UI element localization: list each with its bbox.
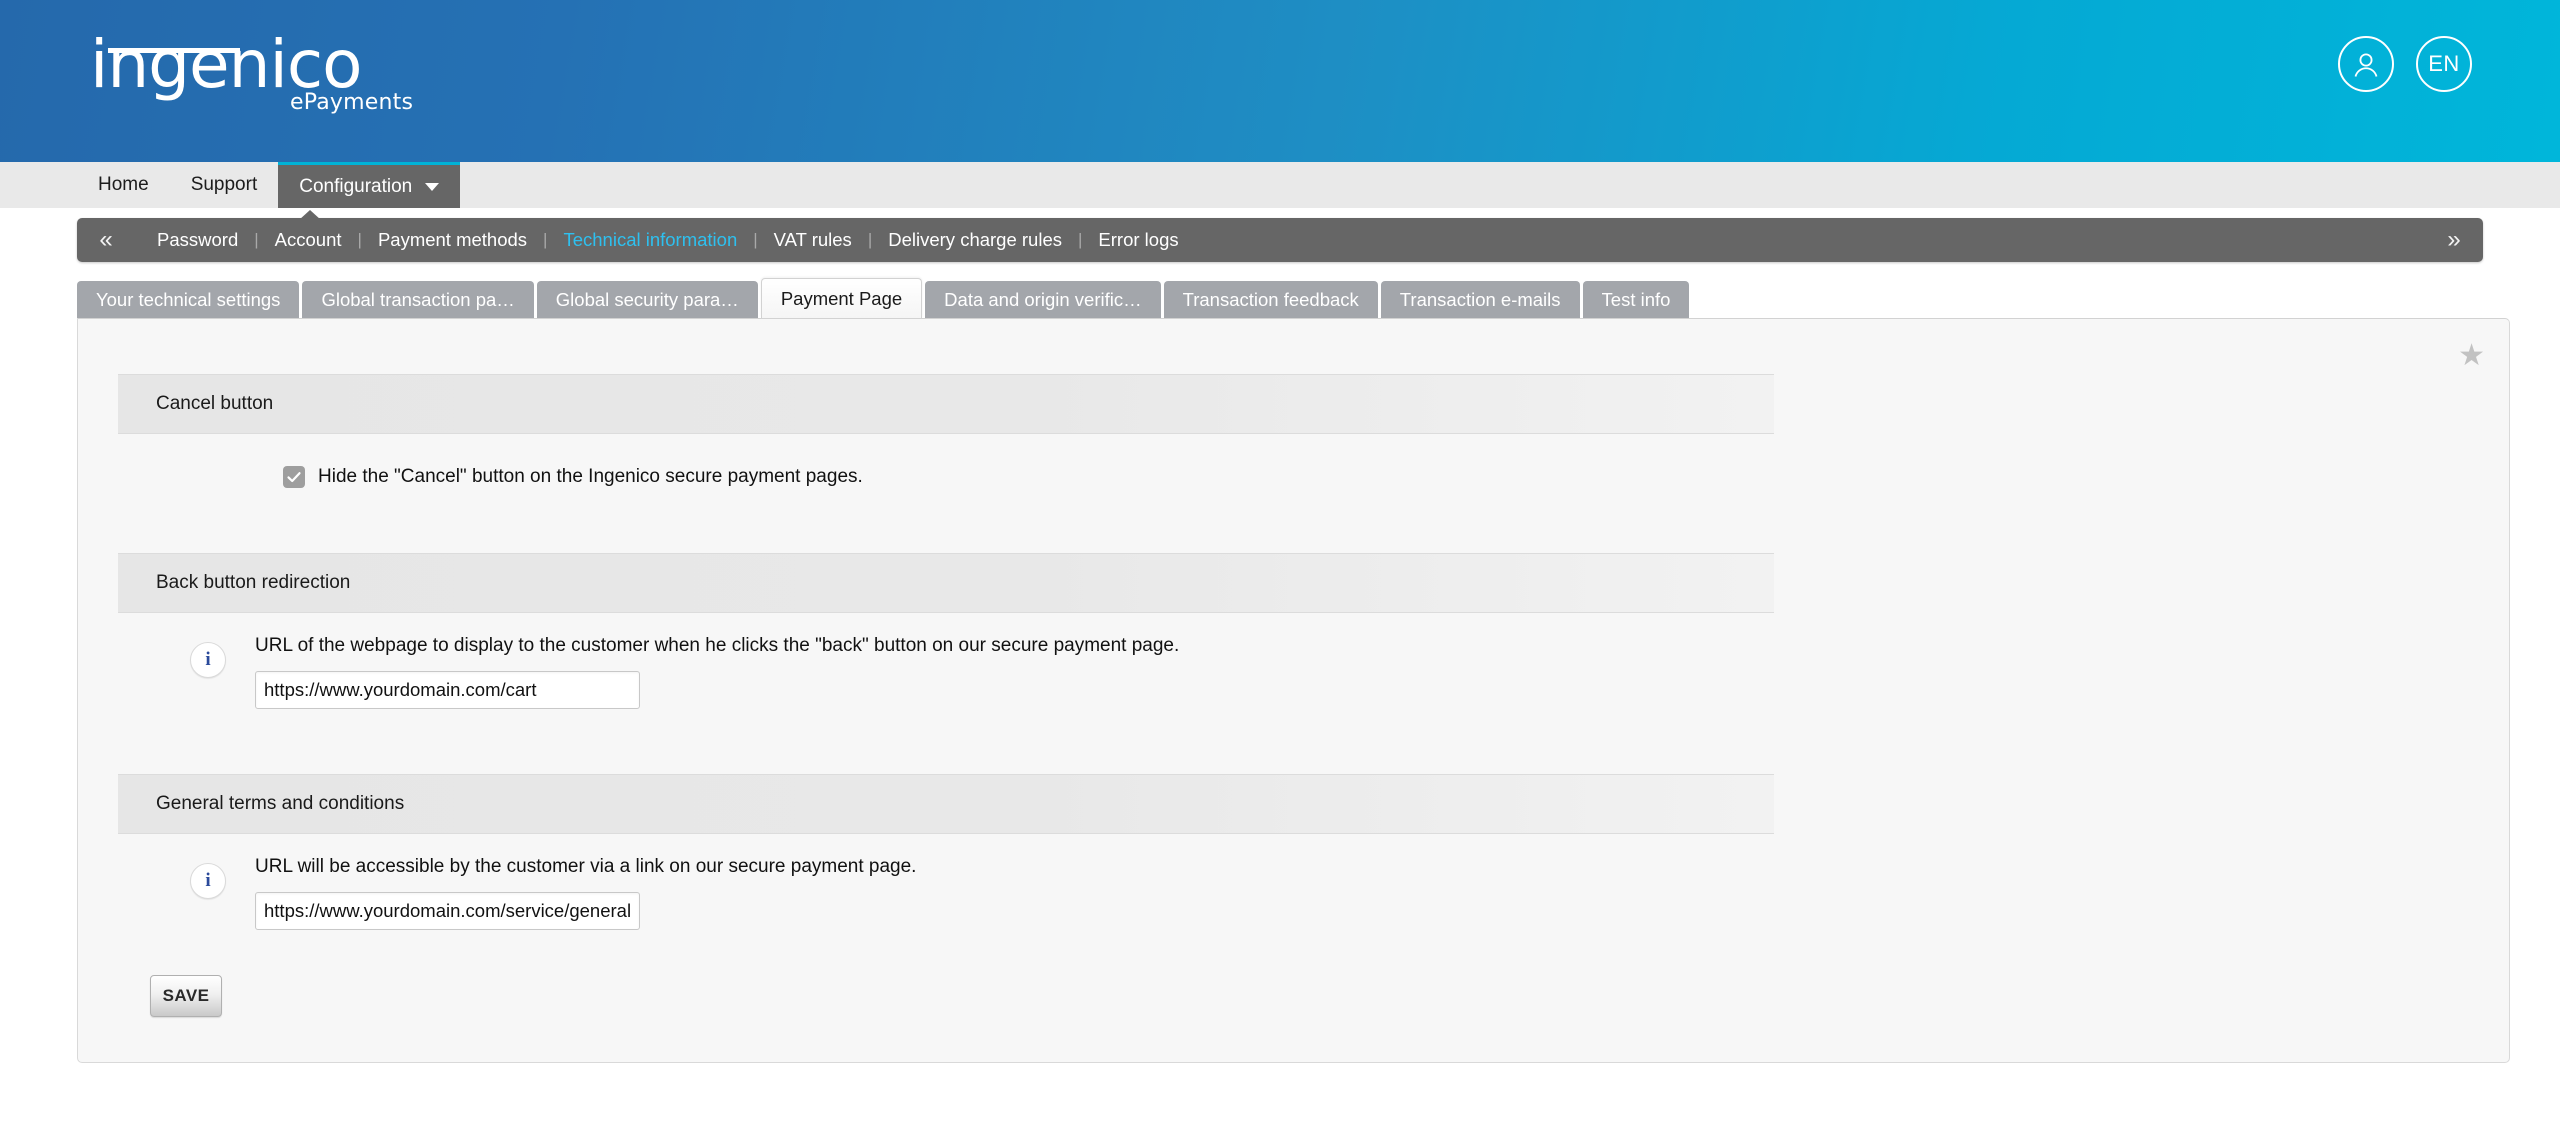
- terms-url-input[interactable]: [255, 892, 640, 930]
- subnav-prev-arrow-icon[interactable]: «: [85, 219, 127, 261]
- tab-test-info[interactable]: Test info: [1582, 281, 1690, 318]
- section-title: General terms and conditions: [156, 793, 405, 814]
- ingenico-logo[interactable]: ingenico ePayments: [90, 32, 450, 132]
- subnav-item-vat-rules[interactable]: VAT rules: [758, 229, 868, 251]
- section-title: Back button redirection: [156, 572, 351, 593]
- info-icon[interactable]: i: [190, 863, 226, 899]
- terms-url-description: URL will be accessible by the customer v…: [255, 856, 917, 877]
- subnav-item-delivery-charge-rules[interactable]: Delivery charge rules: [872, 229, 1078, 251]
- subnav-links: Password | Account | Payment methods | T…: [127, 229, 2433, 251]
- tab-label: Global security para…: [555, 288, 739, 310]
- nav-item-support[interactable]: Support: [170, 162, 279, 208]
- chevron-down-icon: [425, 182, 440, 191]
- logo-bar-decoration: [108, 48, 240, 53]
- app-header: ingenico ePayments EN: [0, 0, 2560, 162]
- favorite-star-icon[interactable]: ★: [2458, 341, 2485, 371]
- payment-page-settings-panel: ★ Cancel button Hide the "Cancel" button…: [77, 318, 2510, 1063]
- checkmark-icon: [287, 472, 301, 483]
- tab-label: Payment Page: [780, 287, 903, 309]
- subnav-next-arrow-icon[interactable]: »: [2433, 219, 2475, 261]
- subnav-item-error-logs[interactable]: Error logs: [1082, 229, 1194, 251]
- language-selector-button[interactable]: EN: [2416, 36, 2472, 92]
- logo-wordmark: ingenico: [90, 26, 363, 103]
- nav-item-home[interactable]: Home: [77, 162, 170, 208]
- sub-navigation-wrapper: « Password | Account | Payment methods |…: [0, 208, 2560, 262]
- tab-label: Your technical settings: [96, 288, 281, 310]
- hide-cancel-button-row: Hide the "Cancel" button on the Ingenico…: [283, 466, 2509, 488]
- tab-label: Test info: [1601, 288, 1671, 310]
- subnav-item-account[interactable]: Account: [259, 229, 358, 251]
- user-account-icon: [2354, 53, 2378, 77]
- sub-navigation: « Password | Account | Payment methods |…: [77, 218, 2483, 262]
- nav-item-configuration-label: Configuration: [299, 175, 413, 197]
- terms-field-body: URL will be accessible by the customer v…: [255, 856, 916, 930]
- tab-label: Transaction feedback: [1182, 288, 1359, 310]
- subnav-item-payment-methods[interactable]: Payment methods: [362, 229, 543, 251]
- section-header-general-terms-and-conditions: General terms and conditions: [118, 774, 1774, 834]
- tab-global-security-parameters[interactable]: Global security para…: [536, 281, 758, 318]
- back-button-field-body: URL of the webpage to display to the cus…: [255, 635, 1179, 709]
- language-label: EN: [2428, 51, 2460, 76]
- logo-subtitle: ePayments: [290, 90, 414, 115]
- subnav-pointer-arrow: [299, 210, 321, 220]
- terms-url-field-block: i URL will be accessible by the customer…: [190, 856, 2509, 930]
- tab-data-and-origin-verification[interactable]: Data and origin verific…: [925, 281, 1161, 318]
- section-header-cancel-button: Cancel button: [118, 374, 1774, 434]
- tab-transaction-feedback[interactable]: Transaction feedback: [1163, 281, 1378, 318]
- back-button-url-description: URL of the webpage to display to the cus…: [255, 635, 1180, 656]
- tab-label: Data and origin verific…: [944, 288, 1142, 310]
- subnav-item-technical-information[interactable]: Technical information: [547, 229, 753, 251]
- subnav-item-password[interactable]: Password: [141, 229, 254, 251]
- tab-your-technical-settings[interactable]: Your technical settings: [77, 281, 300, 318]
- tab-global-transaction-parameters[interactable]: Global transaction pa…: [302, 281, 534, 318]
- main-navigation: Home Support Configuration: [0, 162, 2560, 208]
- save-button[interactable]: SAVE: [150, 975, 222, 1017]
- tab-bar: Your technical settings Global transacti…: [77, 278, 2560, 318]
- hide-cancel-button-label: Hide the "Cancel" button on the Ingenico…: [318, 466, 863, 487]
- section-header-back-button-redirection: Back button redirection: [118, 553, 1774, 613]
- back-button-url-input[interactable]: [255, 671, 640, 709]
- tab-payment-page[interactable]: Payment Page: [760, 278, 923, 318]
- header-actions: EN: [2338, 36, 2472, 92]
- back-button-url-field-block: i URL of the webpage to display to the c…: [190, 635, 2509, 709]
- nav-item-configuration[interactable]: Configuration: [278, 162, 461, 208]
- nav-item-support-label: Support: [190, 174, 258, 195]
- tab-transaction-emails[interactable]: Transaction e-mails: [1380, 281, 1580, 318]
- info-icon[interactable]: i: [190, 642, 226, 678]
- tab-label: Transaction e-mails: [1399, 288, 1561, 310]
- hide-cancel-button-checkbox[interactable]: [283, 466, 305, 488]
- nav-item-home-label: Home: [98, 174, 149, 195]
- section-title: Cancel button: [156, 393, 274, 414]
- tab-label: Global transaction pa…: [321, 288, 515, 310]
- user-account-button[interactable]: [2338, 36, 2394, 92]
